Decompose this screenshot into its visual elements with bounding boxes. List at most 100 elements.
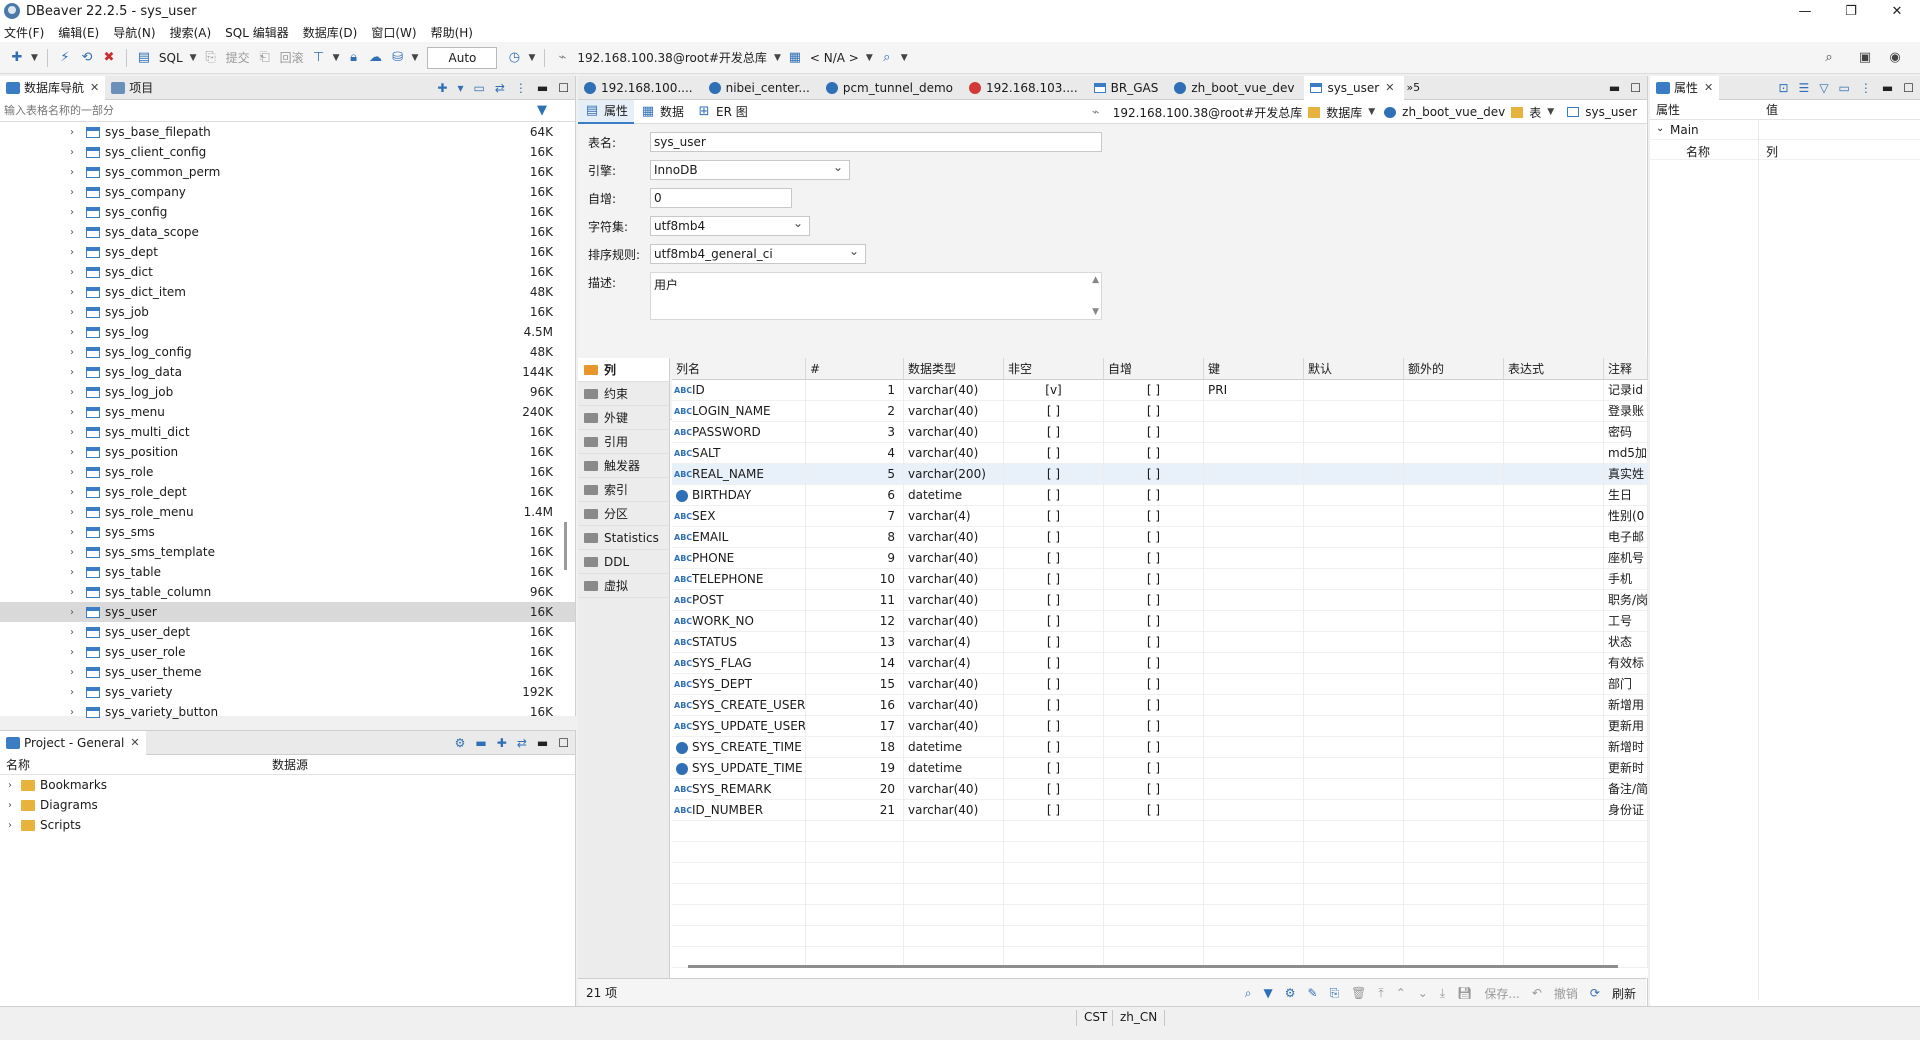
table-name-input[interactable]: sys_user [650, 132, 1102, 152]
tree-item-sys-dict[interactable]: › sys_dict 16K [0, 262, 575, 282]
tree-item-sys-variety-button[interactable]: › sys_variety_button 16K [0, 702, 575, 722]
chevron-down-icon[interactable]: ▼ [774, 53, 781, 63]
tree-item-sys-config[interactable]: › sys_config 16K [0, 202, 575, 222]
engine-select[interactable]: InnoDB [650, 158, 850, 180]
disconnect-icon[interactable]: ✖ [101, 50, 117, 66]
cell-def[interactable] [1304, 401, 1404, 422]
property-column-header[interactable]: 属性 [1656, 101, 1680, 118]
column-name-header[interactable]: 名称 [6, 756, 30, 773]
cell-def[interactable] [1304, 758, 1404, 779]
cell-num[interactable]: 12 [806, 611, 904, 632]
cell-type[interactable]: varchar(40) [904, 527, 1004, 548]
description-textarea[interactable]: 用户 ▲ ▼ [650, 272, 1102, 320]
cell-expr[interactable] [1504, 569, 1604, 590]
rollback-button[interactable]: 回滚 [280, 49, 304, 66]
move-bottom-icon[interactable]: ⤓ [1440, 986, 1445, 1001]
link-editor-icon[interactable]: ⇄ [495, 81, 505, 95]
table-row[interactable]: ABCID_NUMBER 21 varchar(40)[ ][ ] 身份证 [672, 800, 1648, 821]
menu-window[interactable]: 窗口(W) [371, 24, 416, 41]
maximize-icon[interactable]: ☐ [558, 81, 569, 95]
column-header-def[interactable]: 默认 [1304, 358, 1404, 380]
gear-icon[interactable]: ⚙ [455, 736, 466, 750]
cell-expr[interactable] [1504, 779, 1604, 800]
cell-comment[interactable]: 有效标 [1604, 653, 1648, 674]
cell-type[interactable]: varchar(40) [904, 422, 1004, 443]
cell-type[interactable]: datetime [904, 485, 1004, 506]
column-header-extra[interactable]: 额外的 [1404, 358, 1504, 380]
collapse-icon[interactable]: ▬ [475, 736, 486, 750]
rollback-icon[interactable]: ⎗ [257, 50, 273, 66]
table-filter-input[interactable] [4, 104, 524, 117]
cell-key[interactable] [1204, 737, 1304, 758]
cell-extra[interactable] [1404, 611, 1504, 632]
sql-button[interactable]: SQL [159, 51, 183, 65]
cell-autoinc[interactable]: [ ] [1104, 548, 1204, 569]
cell-autoinc[interactable]: [ ] [1104, 569, 1204, 590]
tree-item-sys-sms-template[interactable]: › sys_sms_template 16K [0, 542, 575, 562]
cell-type[interactable]: varchar(40) [904, 800, 1004, 821]
cell-type[interactable]: varchar(40) [904, 674, 1004, 695]
history-icon[interactable]: ◷ [506, 50, 522, 66]
column-header-expr[interactable]: 表达式 [1504, 358, 1604, 380]
table-row[interactable]: ABCSYS_FLAG 14 varchar(4)[ ][ ] 有效标 [672, 653, 1648, 674]
cell-name[interactable]: ABCSEX [672, 506, 806, 527]
column-header-name[interactable]: 列名 [672, 358, 806, 380]
network-icon[interactable]: ☁ [368, 50, 384, 66]
cell-type[interactable]: varchar(40) [904, 380, 1004, 401]
cell-def[interactable] [1304, 548, 1404, 569]
edit-icon[interactable]: ✎ [1308, 986, 1318, 1000]
cell-comment[interactable]: 座机号 [1604, 548, 1648, 569]
cell-name[interactable]: ABCSYS_REMARK [672, 779, 806, 800]
new-connection-icon[interactable]: ✚ [437, 81, 447, 95]
cell-def[interactable] [1304, 737, 1404, 758]
cell-def[interactable] [1304, 506, 1404, 527]
cell-num[interactable]: 7 [806, 506, 904, 527]
maximize-icon[interactable]: ☐ [558, 736, 569, 750]
tree-item-sys-role-dept[interactable]: › sys_role_dept 16K [0, 482, 575, 502]
chevron-right-icon[interactable]: › [70, 327, 74, 338]
cell-autoinc[interactable]: [ ] [1104, 716, 1204, 737]
cell-extra[interactable] [1404, 485, 1504, 506]
chevron-down-icon[interactable]: ▼ [333, 53, 340, 63]
editor-tab[interactable]: nibei_center... [703, 76, 820, 100]
breadcrumb-database-label[interactable]: 数据库 [1326, 104, 1362, 121]
cell-key[interactable]: PRI [1204, 380, 1304, 401]
cell-num[interactable]: 3 [806, 422, 904, 443]
view-menu-icon[interactable]: ⋮ [515, 81, 527, 95]
cell-notnull[interactable]: [ ] [1004, 674, 1104, 695]
cell-key[interactable] [1204, 611, 1304, 632]
cell-key[interactable] [1204, 527, 1304, 548]
cell-num[interactable]: 18 [806, 737, 904, 758]
lock-icon[interactable]: 🔒︎ [346, 50, 362, 66]
cell-extra[interactable] [1404, 758, 1504, 779]
tree-item-sys-sms[interactable]: › sys_sms 16K [0, 522, 575, 542]
column-header-type[interactable]: 数据类型 [904, 358, 1004, 380]
tree-item-sys-log-config[interactable]: › sys_log_config 48K [0, 342, 575, 362]
cell-name[interactable]: SYS_CREATE_TIME [672, 737, 806, 758]
cell-def[interactable] [1304, 653, 1404, 674]
tree-item-sys-company[interactable]: › sys_company 16K [0, 182, 575, 202]
cell-notnull[interactable]: [ ] [1004, 401, 1104, 422]
cell-notnull[interactable]: [ ] [1004, 758, 1104, 779]
cell-comment[interactable]: md5加 [1604, 443, 1648, 464]
link-editor-icon[interactable]: ⇄ [517, 736, 527, 750]
chevron-right-icon[interactable]: › [70, 687, 74, 698]
cell-expr[interactable] [1504, 380, 1604, 401]
side-tab-item[interactable]: 索引 [578, 478, 669, 502]
cell-notnull[interactable]: [ ] [1004, 695, 1104, 716]
cell-def[interactable] [1304, 800, 1404, 821]
cell-def[interactable] [1304, 590, 1404, 611]
side-tab-item[interactable]: 虚拟 [578, 574, 669, 598]
cell-num[interactable]: 8 [806, 527, 904, 548]
sql-editor-icon[interactable]: ▤ [136, 50, 152, 66]
cell-type[interactable]: varchar(40) [904, 590, 1004, 611]
table-row[interactable]: ABCREAL_NAME 5 varchar(200)[ ][ ] 真实姓 [672, 464, 1648, 485]
cell-def[interactable] [1304, 779, 1404, 800]
cell-num[interactable]: 9 [806, 548, 904, 569]
cell-extra[interactable] [1404, 527, 1504, 548]
cell-type[interactable]: varchar(4) [904, 506, 1004, 527]
cell-autoinc[interactable]: [ ] [1104, 758, 1204, 779]
column-header-notnull[interactable]: 非空 [1004, 358, 1104, 380]
cell-key[interactable] [1204, 779, 1304, 800]
chevron-right-icon[interactable]: › [70, 347, 74, 358]
